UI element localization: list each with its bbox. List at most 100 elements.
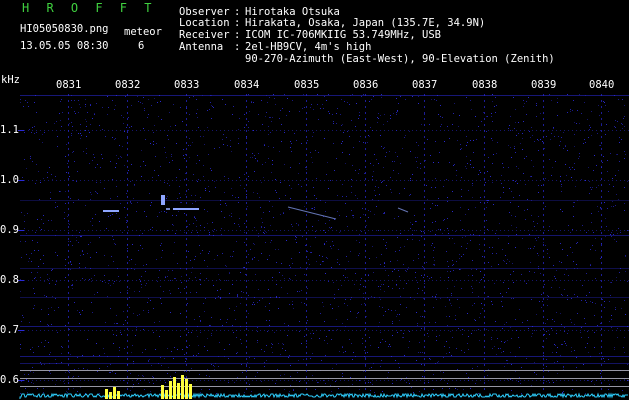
y-grid-dot xyxy=(560,330,561,331)
noise-pixel xyxy=(601,123,602,124)
x-tick-guide xyxy=(543,124,544,126)
y-grid-dot xyxy=(496,230,497,231)
x-tick-guide xyxy=(484,112,485,114)
noise-pixel xyxy=(173,253,174,254)
x-tick-guide xyxy=(543,100,544,102)
y-grid-dot xyxy=(64,230,65,231)
x-tick-guide xyxy=(601,370,602,372)
noise-pixel xyxy=(547,299,548,300)
noise-pixel xyxy=(301,290,302,291)
noise-pixel xyxy=(610,153,611,154)
noise-pixel xyxy=(268,146,269,147)
noise-pixel xyxy=(274,332,275,333)
y-grid-dot xyxy=(256,230,257,231)
noise-pixel xyxy=(148,298,149,299)
noise-pixel xyxy=(148,312,149,313)
noise-pixel xyxy=(144,389,145,390)
x-tick-guide xyxy=(424,118,425,120)
noise-pixel xyxy=(434,265,435,266)
antenna-value: 2el-HB9CV, 4m's high xyxy=(245,41,372,53)
noise-pixel xyxy=(272,277,273,278)
noise-pixel xyxy=(430,359,431,360)
x-tick-guide xyxy=(484,226,485,228)
x-tick-guide xyxy=(127,100,128,102)
noise-pixel xyxy=(80,138,81,139)
noise-pixel xyxy=(73,376,74,377)
noise-pixel xyxy=(64,383,65,384)
y-grid-dot xyxy=(580,130,581,131)
noise-pixel xyxy=(532,333,533,334)
noise-pixel xyxy=(370,127,371,128)
y-grid-dot xyxy=(440,380,441,381)
noise-pixel xyxy=(262,222,263,223)
noise-pixel xyxy=(38,266,39,267)
noise-pixel xyxy=(346,256,347,257)
y-grid-dot xyxy=(436,380,437,381)
x-tick-guide xyxy=(424,310,425,312)
y-grid-dot xyxy=(500,230,501,231)
noise-pixel xyxy=(552,319,553,320)
noise-pixel xyxy=(419,342,420,343)
noise-pixel xyxy=(567,94,568,95)
y-tick-label: 1.1 xyxy=(0,124,19,136)
noise-pixel xyxy=(145,139,146,140)
noise-pixel xyxy=(70,262,71,263)
x-tick-guide xyxy=(68,328,69,330)
y-grid-dot xyxy=(324,230,325,231)
y-grid-dot xyxy=(452,130,453,131)
noise-pixel xyxy=(625,255,626,256)
x-tick-guide xyxy=(246,334,247,336)
noise-pixel xyxy=(508,145,509,146)
y-grid-dot xyxy=(324,180,325,181)
noise-pixel xyxy=(368,217,369,218)
noise-pixel xyxy=(257,340,258,341)
y-grid-dot xyxy=(488,330,489,331)
noise-pixel xyxy=(118,276,119,277)
noise-pixel xyxy=(438,361,439,362)
y-grid-dot xyxy=(332,380,333,381)
y-grid-dot xyxy=(56,330,57,331)
noise-pixel xyxy=(527,199,528,200)
noise-pixel xyxy=(270,225,271,226)
x-tick-guide xyxy=(68,154,69,156)
y-grid-dot xyxy=(288,330,289,331)
y-grid-dot xyxy=(616,380,617,381)
y-grid-dot xyxy=(576,380,577,381)
noise-pixel xyxy=(561,137,562,138)
noise-pixel xyxy=(388,372,389,373)
x-tick-guide xyxy=(484,184,485,186)
noise-pixel xyxy=(545,323,546,324)
noise-pixel xyxy=(466,168,467,169)
noise-pixel xyxy=(352,384,353,385)
noise-pixel xyxy=(405,99,406,100)
noise-pixel xyxy=(545,245,546,246)
noise-pixel xyxy=(267,102,268,103)
noise-pixel xyxy=(151,202,152,203)
noise-pixel xyxy=(333,121,334,122)
noise-pixel xyxy=(530,137,531,138)
noise-pixel xyxy=(157,216,158,217)
noise-pixel xyxy=(613,234,614,235)
noise-pixel xyxy=(443,186,444,187)
noise-pixel xyxy=(196,355,197,356)
colon: : xyxy=(234,29,241,41)
x-tick-guide xyxy=(246,214,247,216)
x-tick-guide xyxy=(601,244,602,246)
y-grid-dot xyxy=(604,230,605,231)
noise-pixel xyxy=(312,162,313,163)
y-grid-dot xyxy=(80,180,81,181)
noise-pixel xyxy=(398,103,399,104)
noise-pixel xyxy=(567,295,568,296)
noise-pixel xyxy=(280,214,281,215)
y-grid-dot xyxy=(456,130,457,131)
y-grid-dot xyxy=(200,380,201,381)
noise-pixel xyxy=(435,322,436,323)
y-grid-dot xyxy=(252,380,253,381)
noise-pixel xyxy=(195,256,196,257)
noise-pixel xyxy=(321,360,322,361)
y-grid-dot xyxy=(328,230,329,231)
noise-pixel xyxy=(186,108,187,109)
x-tick-guide xyxy=(246,154,247,156)
y-grid-dot xyxy=(484,130,485,131)
y-grid-dot xyxy=(520,230,521,231)
